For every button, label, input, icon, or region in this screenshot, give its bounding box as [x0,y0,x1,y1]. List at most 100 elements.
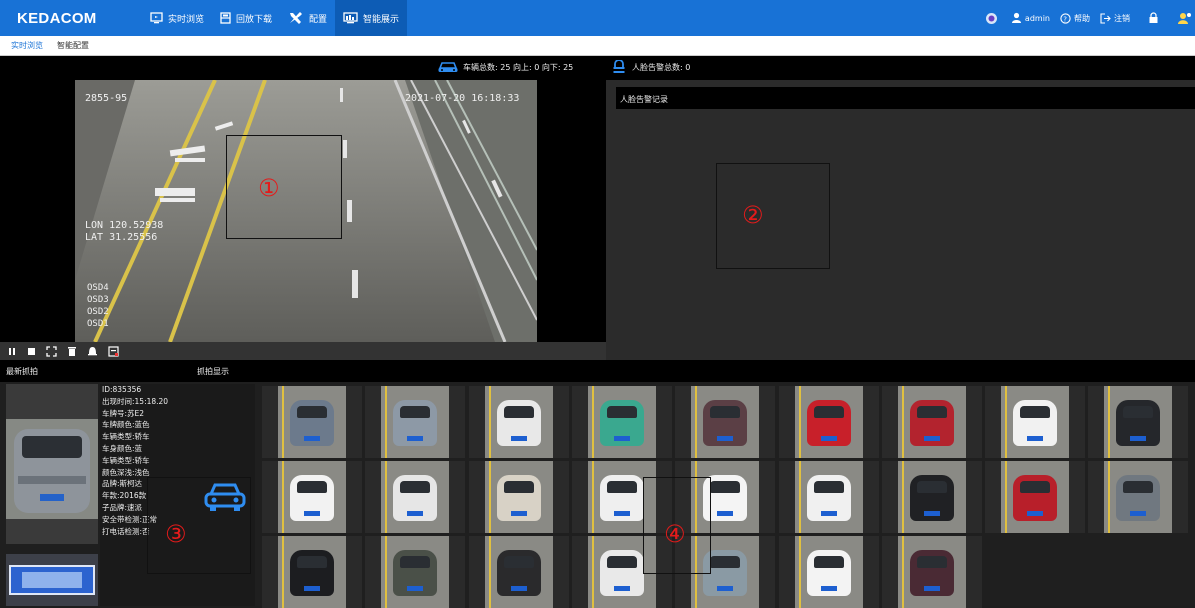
vehicle-count-text: 车辆总数: 25 向上: 0 向下: 25 [463,62,574,72]
license-plate-image [6,554,98,606]
snapshot-button[interactable] [108,345,119,357]
thumbnail-windshield [297,406,327,418]
osd-left: 2855-95 [85,93,127,104]
nav-smart-display[interactable]: 智能展示 [335,0,408,36]
capture-thumbnail[interactable] [468,536,569,608]
pause-button[interactable] [8,347,17,356]
capture-thumbnail[interactable] [365,461,466,533]
capture-thumbnail[interactable] [262,386,362,458]
thumbnail-plate [1027,436,1044,441]
nav-config[interactable]: 配置 [280,0,335,36]
thumbnail-plate [510,511,527,516]
thumbnail-lane-line [282,461,284,533]
logout-label: 注销 [1114,13,1130,23]
annotation-number-4: ④ [664,520,686,548]
username: admin [1024,13,1050,23]
osd-lat: LAT 31.25556 [85,232,157,243]
lock-button[interactable] [1148,12,1162,24]
thumbnail-lane-line [1108,386,1111,458]
capture-thumbnail[interactable] [1088,386,1189,458]
thumbnail-plate [820,436,837,441]
annotation-box-1 [226,135,342,239]
thumbnail-windshield [606,556,637,568]
bell-icon [88,346,97,355]
latest-capture-image[interactable] [6,384,98,544]
capture-thumbnail[interactable] [881,461,982,533]
thumbnail-windshield [400,556,431,568]
capture-thumbnail[interactable] [262,461,362,533]
thumbnail-plate [717,436,734,441]
capture-thumbnail[interactable] [675,386,776,458]
capture-thumbnail[interactable] [365,386,466,458]
thumbnail-plate [923,511,940,516]
thumbnail-plate [1130,436,1147,441]
capture-thumbnail[interactable] [1088,461,1189,533]
thumbnail-plate [613,586,630,591]
thumbnail-windshield [1123,481,1154,493]
thumbnail-plate [304,586,320,591]
delete-button[interactable] [67,346,77,357]
nav-live-view-label: 实时浏览 [168,14,205,25]
thumbnail-lane-line [385,536,388,608]
user-switch-button[interactable] [1178,12,1195,25]
smart-display-icon [343,12,358,24]
thumbnail-lane-line [1005,461,1008,533]
face-alarm-header: 人脸告警记录 [616,87,1195,109]
capture-thumbnail[interactable] [778,536,879,608]
alarm-button[interactable] [87,346,98,357]
thumbnail-windshield [916,556,947,568]
user-menu[interactable]: admin [1011,12,1050,24]
capture-thumbnail[interactable] [571,386,672,458]
capture-thumbnail[interactable] [881,536,982,608]
thumbnail-plate [820,511,837,516]
fullscreen-button[interactable] [46,345,57,357]
nav-live-view[interactable]: 实时浏览 [142,0,212,36]
thumbnail-windshield [297,481,327,493]
thumbnail-lane-line [488,386,491,458]
osd-lon: LON 120.52938 [85,220,163,231]
subtab-smart-config[interactable]: 智能配置 [54,36,92,55]
help-label: 帮助 [1074,13,1090,23]
thumbnail-lane-line [488,536,491,608]
capture-thumbnail[interactable] [985,461,1086,533]
vehicle-info-line: 车辆类型:轿车 [102,455,150,465]
annotation-number-1: ① [258,174,280,202]
subtab-live-view[interactable]: 实时浏览 [8,36,46,55]
capture-thumbnail[interactable] [881,386,982,458]
thumbnail-lane-line [282,536,284,608]
camera-status-button[interactable] [985,12,1001,25]
capture-thumbnail[interactable] [468,461,569,533]
capture-thumbnail[interactable] [985,386,1086,458]
fullscreen-icon [46,345,57,357]
thumbnail-lane-line [1108,461,1111,533]
video-panel: 2855-95 2021-07-20 16:18:33 LON 120.5293… [0,80,606,342]
thumbnail-plate [717,511,734,516]
user-icon [1011,12,1021,23]
thumbnail-windshield [1123,406,1154,418]
capture-thumbnail[interactable] [262,536,362,608]
capture-thumbnail[interactable] [778,461,879,533]
vehicle-info-line: 车身颜色:蓝 [102,443,143,453]
nav-playback[interactable]: 回放下载 [212,0,280,36]
thumbnail-plate [304,436,320,441]
osd-line-3: OSD3 [87,295,109,305]
monitor-icon [150,12,163,24]
thumbnail-lane-line [591,536,594,608]
capture-thumbnail[interactable] [778,386,879,458]
osd-line-4: OSD4 [87,283,109,293]
thumbnail-plate [510,436,527,441]
lock-icon [1149,12,1158,23]
vehicle-info-line: ID:835356 [102,385,142,394]
thumbnail-lane-line [798,461,801,533]
logout-button[interactable]: 注销 [1100,12,1130,24]
thumbnail-windshield [813,481,844,493]
capture-thumbnail[interactable] [468,386,569,458]
help-button[interactable]: ? 帮助 [1060,12,1090,24]
thumbnail-windshield [710,556,741,568]
thumbnail-windshield [503,481,534,493]
capture-thumbnail[interactable] [365,536,466,608]
thumbnail-plate [923,436,940,441]
stop-button[interactable] [27,347,36,356]
vehicle-info-line: 车牌号:苏E2 [102,408,145,418]
film-icon [220,12,231,24]
